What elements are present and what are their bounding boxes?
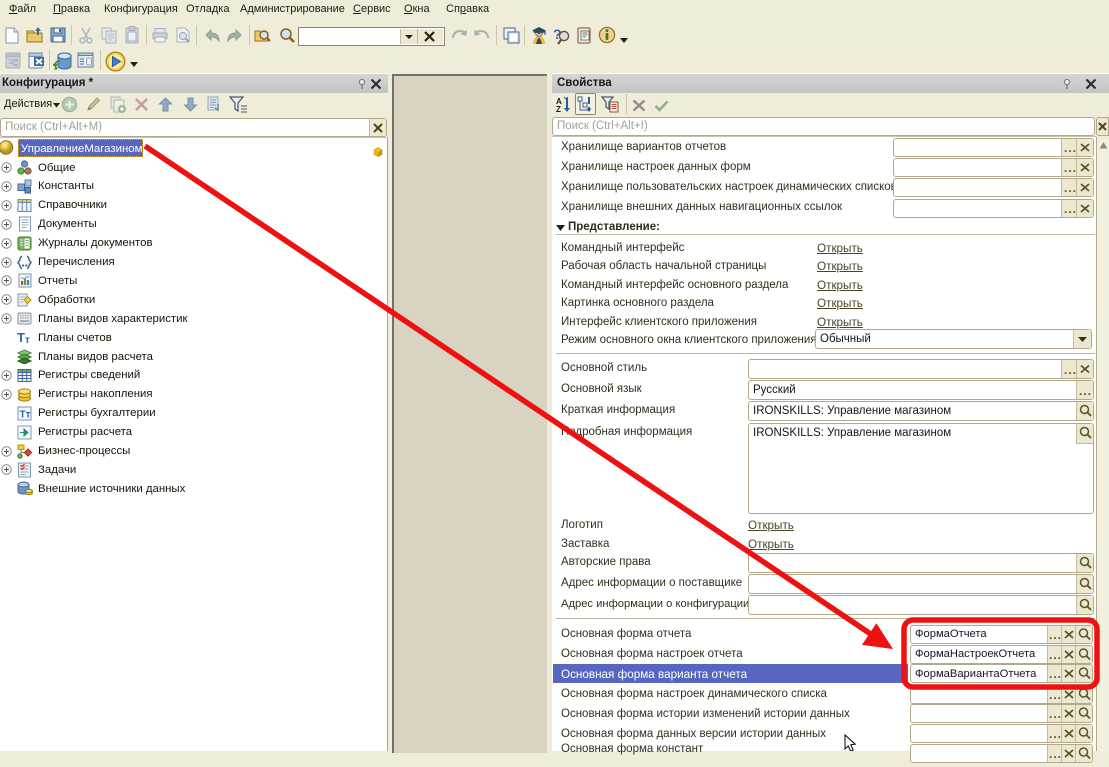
svg-text:Т: Т	[17, 330, 25, 345]
svg-text:Z: Z	[556, 105, 561, 114]
svg-text:т: т	[25, 335, 30, 345]
svg-text:Тт: Тт	[20, 409, 31, 420]
